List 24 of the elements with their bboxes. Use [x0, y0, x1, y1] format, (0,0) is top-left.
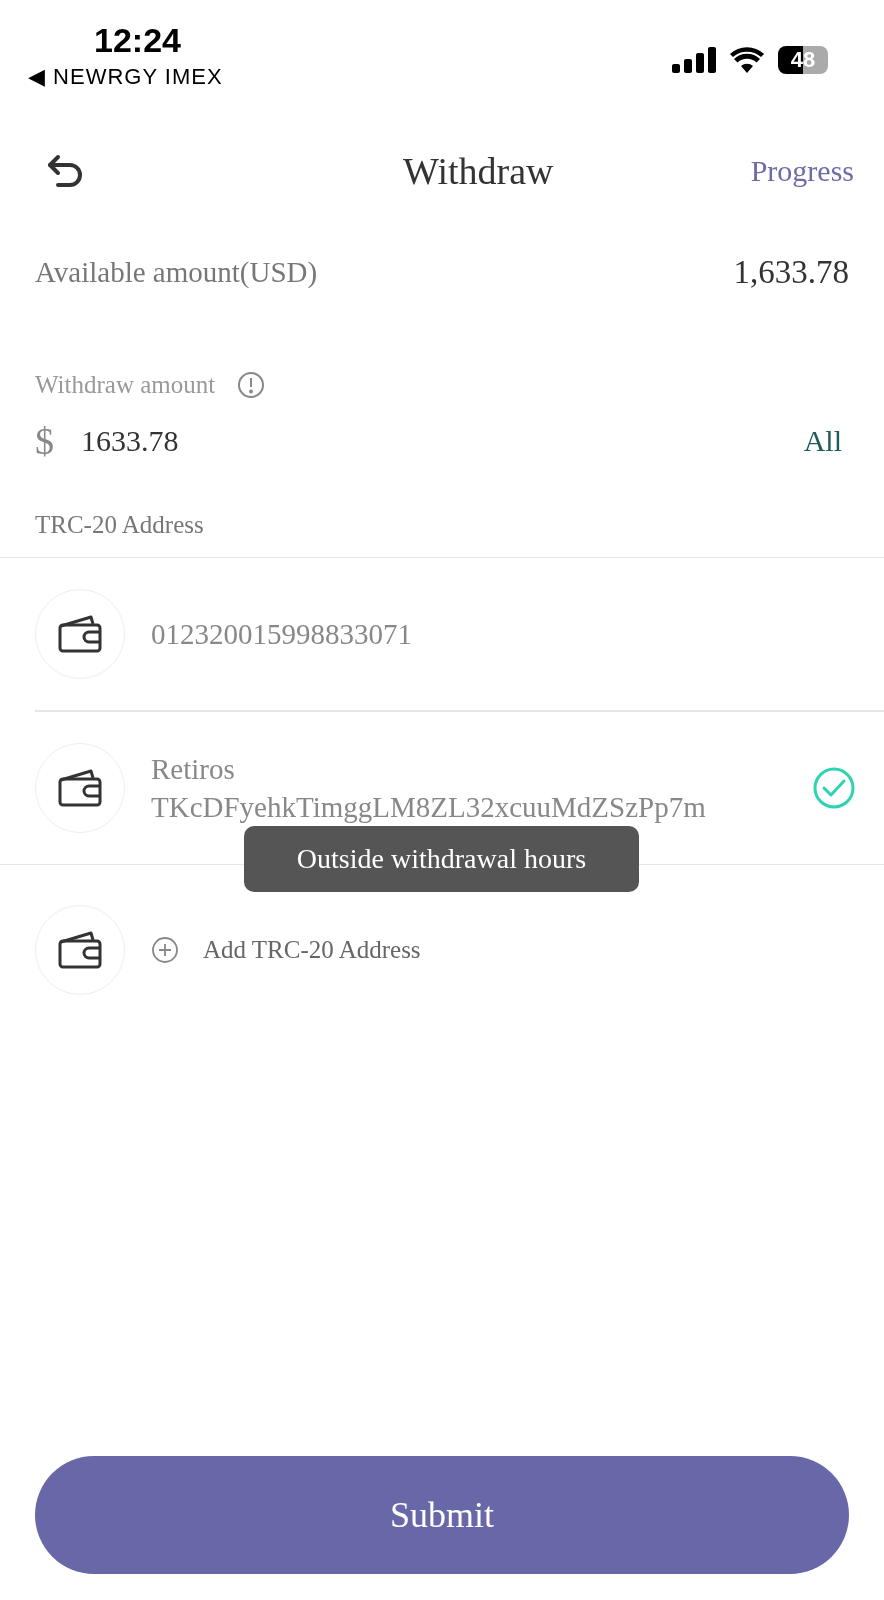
- plus-icon: [151, 936, 179, 964]
- address-section-label: TRC-20 Address: [0, 511, 884, 558]
- add-address-button[interactable]: Add TRC-20 Address: [151, 936, 421, 964]
- battery-indicator: 48: [778, 46, 828, 74]
- amount-field[interactable]: 1633.78: [81, 424, 804, 458]
- all-link[interactable]: All: [803, 424, 842, 458]
- check-icon: [812, 766, 856, 810]
- address-item[interactable]: 012320015998833071: [35, 558, 884, 712]
- available-label: Available amount(USD): [35, 256, 318, 289]
- currency-symbol: $: [35, 419, 55, 463]
- signal-icon: [672, 47, 716, 73]
- progress-link[interactable]: Progress: [750, 154, 854, 188]
- wifi-icon: [730, 47, 764, 73]
- status-time: 12:24: [94, 20, 182, 60]
- address-value: TKcDFyehkTimggLM8ZL32xcuuMdZSzPp7m: [151, 790, 707, 825]
- address-value: 012320015998833071: [151, 617, 413, 652]
- info-icon[interactable]: [237, 371, 266, 399]
- toast-message: Outside withdrawal hours: [244, 826, 639, 892]
- submit-button[interactable]: Submit: [35, 1456, 849, 1574]
- page-title: Withdraw: [403, 149, 554, 193]
- back-to-app-link[interactable]: ◀ NEWRGY IMEX: [28, 64, 223, 90]
- amount-label: Withdraw amount: [35, 371, 216, 399]
- available-value: 1,633.78: [733, 254, 849, 291]
- address-name: Retiros: [151, 752, 236, 787]
